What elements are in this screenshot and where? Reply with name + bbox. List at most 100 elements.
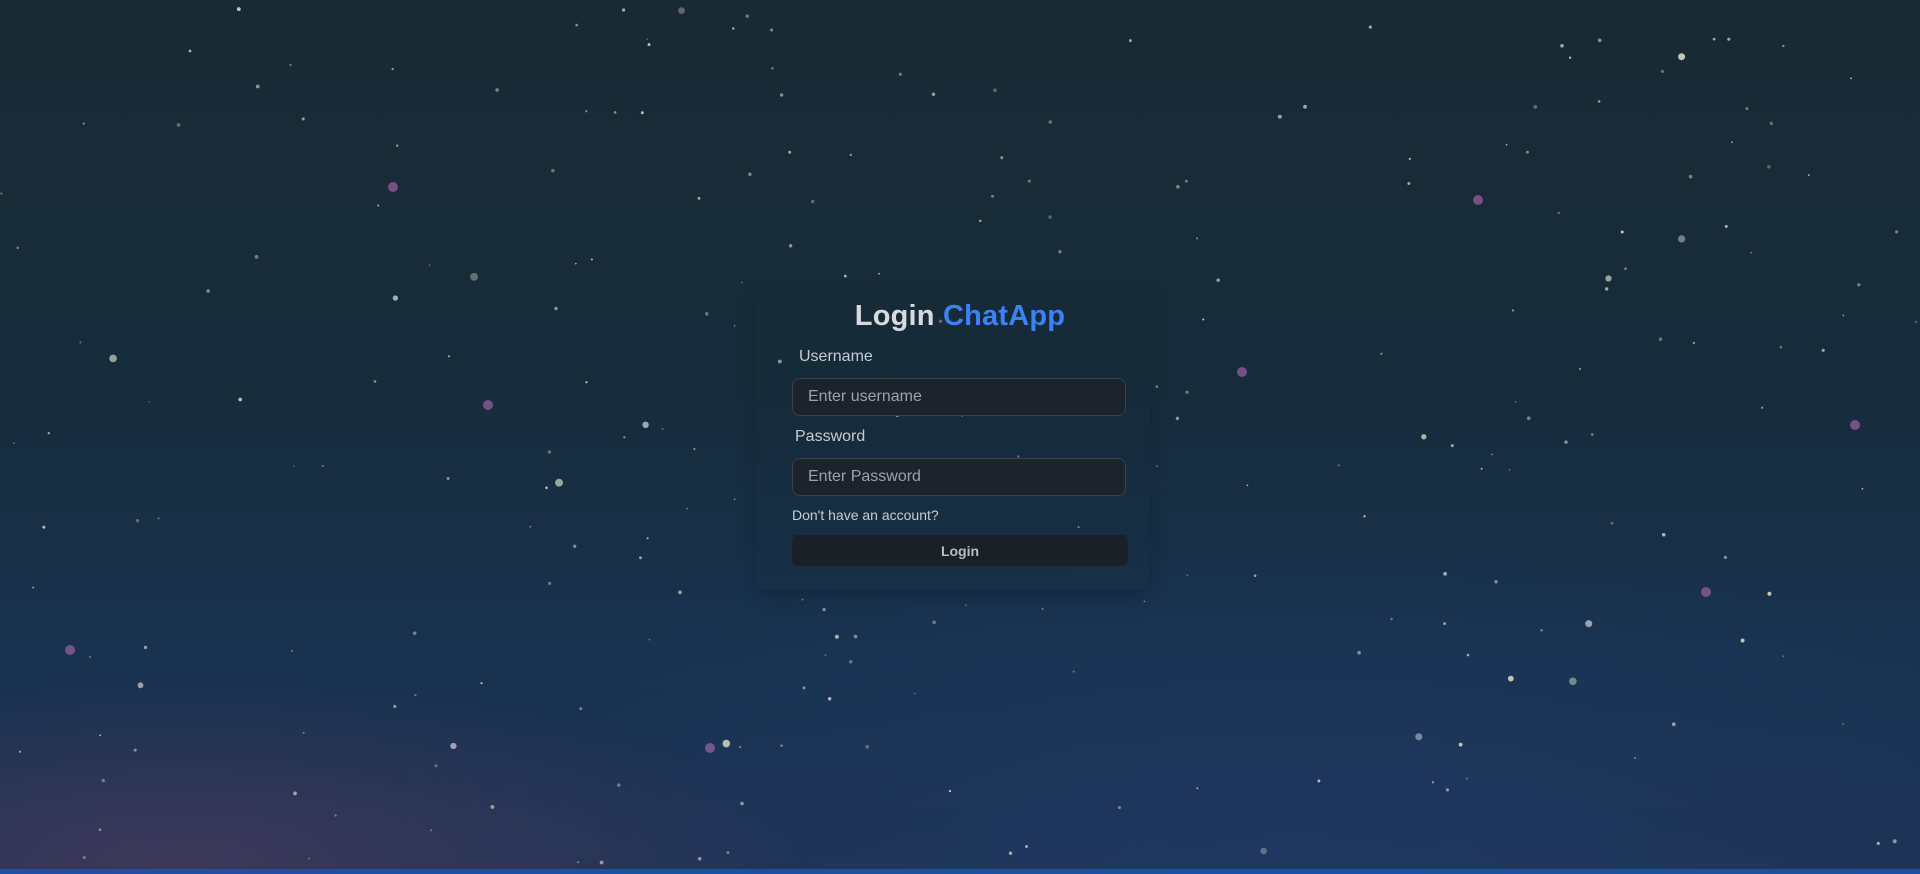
star bbox=[1458, 742, 1463, 747]
star bbox=[745, 14, 750, 18]
star bbox=[1490, 453, 1493, 456]
star bbox=[412, 631, 417, 635]
star bbox=[1842, 723, 1844, 726]
star bbox=[101, 778, 105, 783]
star bbox=[1597, 38, 1602, 43]
star bbox=[575, 23, 578, 27]
star bbox=[740, 801, 744, 806]
star bbox=[788, 150, 792, 154]
star bbox=[1303, 104, 1307, 109]
glowing-star bbox=[1473, 195, 1483, 205]
star bbox=[1368, 25, 1372, 29]
star bbox=[1128, 39, 1132, 43]
star bbox=[1892, 839, 1897, 844]
glowing-star bbox=[483, 400, 493, 410]
star bbox=[1431, 781, 1435, 784]
star bbox=[289, 63, 292, 67]
star bbox=[770, 28, 774, 32]
star bbox=[748, 172, 752, 176]
star bbox=[722, 739, 731, 748]
star bbox=[779, 93, 784, 97]
star bbox=[1821, 348, 1825, 352]
star bbox=[551, 168, 555, 173]
star bbox=[1175, 416, 1180, 421]
star bbox=[1540, 628, 1543, 632]
star bbox=[621, 8, 626, 12]
star bbox=[1807, 174, 1810, 177]
star bbox=[1514, 400, 1517, 403]
star bbox=[1072, 670, 1075, 673]
star bbox=[391, 67, 394, 71]
star bbox=[238, 397, 243, 402]
star bbox=[98, 828, 102, 832]
star bbox=[1660, 69, 1664, 73]
star bbox=[82, 122, 85, 125]
star bbox=[1025, 845, 1028, 848]
star bbox=[978, 219, 982, 223]
star bbox=[585, 381, 588, 384]
star bbox=[188, 49, 192, 53]
star bbox=[993, 88, 997, 93]
star bbox=[573, 544, 577, 548]
star bbox=[623, 436, 626, 439]
glowing-star bbox=[65, 645, 75, 655]
star bbox=[1579, 367, 1581, 370]
star bbox=[661, 427, 664, 430]
star bbox=[395, 144, 399, 147]
star bbox=[1876, 841, 1880, 845]
username-input[interactable] bbox=[792, 378, 1126, 416]
signup-link[interactable]: Don't have an account? bbox=[792, 507, 939, 523]
star bbox=[913, 692, 916, 695]
star bbox=[293, 791, 297, 796]
star bbox=[1027, 179, 1031, 183]
password-input[interactable] bbox=[792, 458, 1126, 496]
star bbox=[529, 525, 532, 528]
star bbox=[548, 581, 552, 585]
star bbox=[822, 608, 826, 612]
star bbox=[1421, 434, 1427, 440]
star bbox=[1480, 467, 1483, 470]
star bbox=[1610, 521, 1614, 525]
star bbox=[1443, 571, 1447, 576]
star bbox=[1445, 788, 1450, 792]
star bbox=[446, 477, 450, 480]
star bbox=[1000, 156, 1004, 160]
star bbox=[613, 111, 617, 114]
star bbox=[1196, 237, 1199, 240]
login-button[interactable]: Login bbox=[792, 535, 1128, 566]
star bbox=[1782, 655, 1785, 658]
star bbox=[733, 498, 736, 501]
star bbox=[853, 634, 858, 639]
star bbox=[1658, 337, 1663, 341]
star bbox=[1048, 215, 1052, 219]
star bbox=[1569, 677, 1577, 686]
star bbox=[878, 272, 880, 275]
star bbox=[1767, 164, 1771, 169]
star bbox=[1216, 278, 1220, 282]
star bbox=[1196, 787, 1199, 790]
glowing-star bbox=[388, 182, 398, 192]
star bbox=[143, 645, 148, 650]
star bbox=[1357, 650, 1361, 655]
star bbox=[547, 450, 552, 454]
star bbox=[738, 745, 742, 749]
star bbox=[579, 707, 583, 711]
star bbox=[617, 783, 621, 787]
star bbox=[827, 697, 832, 701]
star bbox=[1407, 182, 1411, 185]
star bbox=[843, 274, 847, 278]
star bbox=[1857, 283, 1861, 287]
star bbox=[1767, 591, 1772, 596]
star bbox=[849, 153, 852, 157]
star bbox=[495, 88, 499, 92]
glowing-star bbox=[1850, 420, 1860, 430]
star bbox=[590, 258, 593, 261]
star bbox=[1526, 416, 1531, 421]
star bbox=[1564, 440, 1568, 444]
star bbox=[79, 341, 82, 344]
star bbox=[1466, 653, 1470, 657]
star bbox=[334, 814, 337, 817]
star bbox=[698, 857, 702, 861]
star bbox=[545, 486, 548, 490]
star bbox=[1850, 77, 1852, 80]
